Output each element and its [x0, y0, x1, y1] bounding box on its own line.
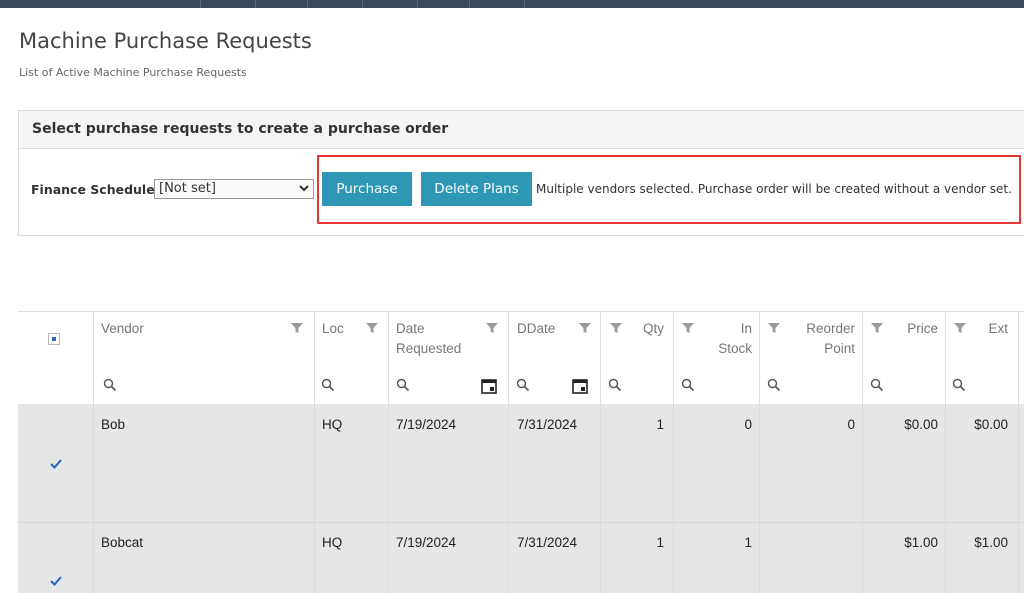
filter-icon[interactable]	[366, 322, 378, 334]
top-nav-bar	[0, 0, 1024, 8]
search-icon[interactable]	[767, 378, 781, 392]
column-divider	[862, 312, 863, 593]
panel-heading: Select purchase requests to create a pur…	[19, 111, 1024, 149]
search-icon[interactable]	[103, 378, 117, 392]
filter-icon[interactable]	[579, 322, 591, 334]
column-divider	[673, 312, 674, 593]
filter-icon[interactable]	[768, 322, 780, 334]
row-checkbox-check-icon[interactable]	[49, 457, 63, 471]
cell-ddate: 7/31/2024	[517, 417, 578, 432]
filter-icon[interactable]	[871, 322, 883, 334]
cell-in-stock: 1	[744, 535, 752, 550]
filter-icon[interactable]	[486, 322, 498, 334]
column-divider	[945, 312, 946, 593]
col-header-in-stock-line1: In	[740, 321, 752, 336]
column-divider	[314, 312, 315, 593]
top-nav-tab[interactable]	[255, 0, 308, 8]
search-icon[interactable]	[681, 378, 695, 392]
cell-vendor[interactable]: Bobcat	[101, 535, 143, 550]
cell-reorder-point: 0	[847, 417, 855, 432]
search-icon[interactable]	[608, 378, 622, 392]
cell-ext: $1.00	[974, 535, 1008, 550]
search-icon[interactable]	[870, 378, 884, 392]
col-header-ddate[interactable]: DDate	[517, 319, 555, 339]
select-all-checkbox[interactable]	[48, 333, 60, 345]
column-divider	[759, 312, 760, 593]
finance-schedule-label: Finance Schedule:	[31, 182, 160, 197]
top-nav-tab[interactable]	[307, 0, 363, 8]
col-header-reorder-line1: Reorder	[806, 321, 855, 336]
grid-header: Vendor Loc Date Requested DDate Qty In S…	[18, 312, 1024, 369]
purchase-button[interactable]: Purchase	[322, 172, 412, 206]
chevron-down-icon	[298, 181, 310, 201]
top-nav-tab[interactable]	[469, 0, 525, 8]
col-header-price[interactable]: Price	[886, 319, 938, 339]
vendor-warning-message: Multiple vendors selected. Purchase orde…	[536, 182, 1012, 196]
top-nav-tab[interactable]	[200, 0, 256, 8]
column-divider	[508, 312, 509, 593]
col-header-qty[interactable]: Qty	[628, 319, 664, 339]
finance-schedule-value: [Not set]	[159, 181, 216, 196]
filter-icon[interactable]	[954, 322, 966, 334]
filter-icon[interactable]	[610, 322, 622, 334]
cell-ext: $0.00	[974, 417, 1008, 432]
cell-vendor[interactable]: Bob	[101, 417, 125, 432]
row-checkbox-check-icon[interactable]	[49, 574, 63, 588]
col-header-date-requested[interactable]: Date Requested	[396, 319, 461, 359]
grid-body: Bob HQ 7/19/2024 7/31/2024 1 0 0 $0.00 $…	[18, 404, 1024, 593]
cell-qty: 1	[656, 417, 664, 432]
cell-price: $0.00	[904, 417, 938, 432]
col-header-vendor[interactable]: Vendor	[101, 319, 144, 339]
col-header-in-stock-line2: Stock	[718, 341, 752, 356]
purchase-requests-grid: Vendor Loc Date Requested DDate Qty In S…	[18, 311, 1024, 593]
col-header-reorder-point[interactable]: Reorder Point	[784, 319, 855, 359]
delete-plans-button[interactable]: Delete Plans	[421, 172, 532, 206]
calendar-icon[interactable]	[572, 378, 588, 394]
search-icon[interactable]	[321, 378, 335, 392]
col-header-loc[interactable]: Loc	[322, 319, 344, 339]
page-title: Machine Purchase Requests	[19, 29, 312, 53]
grid-filter-row	[18, 368, 1024, 405]
column-divider	[1018, 312, 1019, 593]
column-divider	[388, 312, 389, 593]
cell-ddate: 7/31/2024	[517, 535, 578, 550]
top-nav-tab[interactable]	[150, 0, 201, 8]
column-divider	[600, 312, 601, 593]
cell-date-requested: 7/19/2024	[396, 417, 457, 432]
page-subtitle: List of Active Machine Purchase Requests	[19, 66, 247, 79]
cell-price: $1.00	[904, 535, 938, 550]
calendar-icon[interactable]	[481, 378, 497, 394]
cell-in-stock: 0	[744, 417, 752, 432]
col-header-in-stock[interactable]: In Stock	[698, 319, 752, 359]
search-icon[interactable]	[516, 378, 530, 392]
col-header-date-requested-line2: Requested	[396, 341, 462, 356]
cell-date-requested: 7/19/2024	[396, 535, 457, 550]
search-icon[interactable]	[952, 378, 966, 392]
filter-icon[interactable]	[682, 322, 694, 334]
col-header-ext[interactable]: Ext	[970, 319, 1008, 339]
finance-schedule-select[interactable]: [Not set]	[154, 179, 314, 199]
col-header-date-requested-line1: Date	[396, 321, 425, 336]
col-header-reorder-line2: Point	[824, 341, 855, 356]
column-divider	[93, 312, 94, 593]
top-nav-tab[interactable]	[362, 0, 418, 8]
cell-loc: HQ	[322, 535, 343, 550]
search-icon[interactable]	[396, 378, 410, 392]
cell-qty: 1	[656, 535, 664, 550]
row-divider	[18, 522, 1024, 523]
top-nav-tab[interactable]	[417, 0, 470, 8]
cell-loc: HQ	[322, 417, 343, 432]
filter-icon[interactable]	[291, 322, 303, 334]
